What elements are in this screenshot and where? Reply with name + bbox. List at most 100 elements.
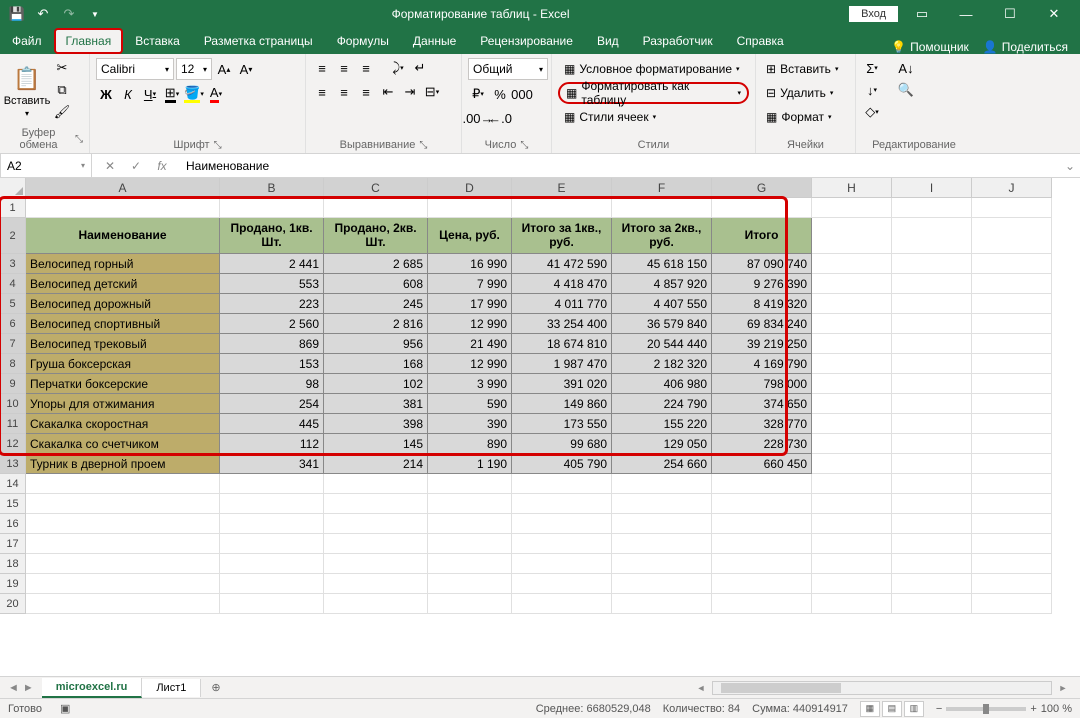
cell-H11[interactable] [812, 414, 892, 434]
cell-I6[interactable] [892, 314, 972, 334]
align-bottom-icon[interactable]: ≡ [356, 58, 376, 78]
cell-H8[interactable] [812, 354, 892, 374]
cell-I8[interactable] [892, 354, 972, 374]
qat-customize-icon[interactable]: ▼ [84, 3, 106, 25]
cell-B8[interactable]: 153 [220, 354, 324, 374]
cell-C1[interactable] [324, 198, 428, 218]
cell-D6[interactable]: 12 990 [428, 314, 512, 334]
cell-E7[interactable]: 18 674 810 [512, 334, 612, 354]
cell-I10[interactable] [892, 394, 972, 414]
tab-review[interactable]: Рецензирование [468, 28, 585, 54]
cell-H7[interactable] [812, 334, 892, 354]
cell-E6[interactable]: 33 254 400 [512, 314, 612, 334]
cell-D13[interactable]: 1 190 [428, 454, 512, 474]
undo-icon[interactable]: ↶ [32, 3, 54, 25]
sort-filter-icon[interactable]: A↓ [892, 58, 920, 78]
align-top-icon[interactable]: ≡ [312, 58, 332, 78]
find-select-icon[interactable]: 🔍 [892, 80, 920, 100]
maximize-icon[interactable]: ☐ [990, 0, 1030, 28]
cell-H15[interactable] [812, 494, 892, 514]
tell-me-button[interactable]: 💡Помощник [891, 40, 969, 54]
cell-D8[interactable]: 12 990 [428, 354, 512, 374]
cell-D17[interactable] [428, 534, 512, 554]
share-button[interactable]: 👤Поделиться [983, 40, 1068, 54]
tab-page-layout[interactable]: Разметка страницы [192, 28, 325, 54]
bold-button[interactable]: Ж [96, 84, 116, 104]
cell-G4[interactable]: 9 276 390 [712, 274, 812, 294]
cell-A16[interactable] [26, 514, 220, 534]
row-header-10[interactable]: 10 [0, 394, 26, 414]
tab-help[interactable]: Справка [725, 28, 796, 54]
cell-A5[interactable]: Велосипед дорожный [26, 294, 220, 314]
cell-J1[interactable] [972, 198, 1052, 218]
tab-insert[interactable]: Вставка [123, 28, 192, 54]
cell-G8[interactable]: 4 169 790 [712, 354, 812, 374]
cell-H17[interactable] [812, 534, 892, 554]
cell-styles-button[interactable]: ▦Стили ячеек▾ [558, 106, 749, 128]
cell-H6[interactable] [812, 314, 892, 334]
cell-C14[interactable] [324, 474, 428, 494]
cell-J20[interactable] [972, 594, 1052, 614]
row-header-20[interactable]: 20 [0, 594, 26, 614]
cell-A14[interactable] [26, 474, 220, 494]
cell-J7[interactable] [972, 334, 1052, 354]
cell-J8[interactable] [972, 354, 1052, 374]
cell-F19[interactable] [612, 574, 712, 594]
cell-J5[interactable] [972, 294, 1052, 314]
cell-A2[interactable]: Наименование [26, 218, 220, 254]
cell-C5[interactable]: 245 [324, 294, 428, 314]
close-icon[interactable]: ✕ [1034, 0, 1074, 28]
cell-D4[interactable]: 7 990 [428, 274, 512, 294]
cell-C2[interactable]: Продано, 2кв. Шт. [324, 218, 428, 254]
cell-J18[interactable] [972, 554, 1052, 574]
font-launcher-icon[interactable]: ⤡ [214, 140, 222, 151]
cell-E17[interactable] [512, 534, 612, 554]
cell-D5[interactable]: 17 990 [428, 294, 512, 314]
cell-B7[interactable]: 869 [220, 334, 324, 354]
cell-E9[interactable]: 391 020 [512, 374, 612, 394]
cell-I9[interactable] [892, 374, 972, 394]
increase-indent-icon[interactable]: ⇥ [400, 82, 420, 102]
row-header-19[interactable]: 19 [0, 574, 26, 594]
col-header-B[interactable]: B [220, 178, 324, 198]
cell-F3[interactable]: 45 618 150 [612, 254, 712, 274]
row-header-9[interactable]: 9 [0, 374, 26, 394]
cell-G14[interactable] [712, 474, 812, 494]
cell-B14[interactable] [220, 474, 324, 494]
hscroll-right-icon[interactable]: ► [1056, 683, 1070, 693]
fx-icon[interactable]: fx [152, 159, 172, 173]
col-header-D[interactable]: D [428, 178, 512, 198]
zoom-in-icon[interactable]: + [1030, 703, 1036, 715]
name-box[interactable]: A2▾ [0, 154, 92, 177]
tab-home[interactable]: Главная [54, 28, 124, 54]
cell-I14[interactable] [892, 474, 972, 494]
cell-H1[interactable] [812, 198, 892, 218]
cell-G19[interactable] [712, 574, 812, 594]
cell-D3[interactable]: 16 990 [428, 254, 512, 274]
cell-G7[interactable]: 39 219 250 [712, 334, 812, 354]
cell-B17[interactable] [220, 534, 324, 554]
cell-B20[interactable] [220, 594, 324, 614]
cell-F15[interactable] [612, 494, 712, 514]
cell-C19[interactable] [324, 574, 428, 594]
cell-A20[interactable] [26, 594, 220, 614]
format-cells-button[interactable]: ▦Формат▾ [762, 106, 849, 128]
cell-J10[interactable] [972, 394, 1052, 414]
cell-D9[interactable]: 3 990 [428, 374, 512, 394]
cell-G11[interactable]: 328 770 [712, 414, 812, 434]
select-all-corner[interactable] [0, 178, 26, 198]
cells-area[interactable]: НаименованиеПродано, 1кв. Шт.Продано, 2к… [26, 198, 1080, 676]
cell-G6[interactable]: 69 834 240 [712, 314, 812, 334]
copy-icon[interactable]: ⧉ [52, 80, 72, 100]
cell-G13[interactable]: 660 450 [712, 454, 812, 474]
cell-H18[interactable] [812, 554, 892, 574]
cell-G18[interactable] [712, 554, 812, 574]
percent-icon[interactable]: % [490, 84, 510, 104]
row-header-16[interactable]: 16 [0, 514, 26, 534]
format-as-table-button[interactable]: ▦Форматировать как таблицу▾ [558, 82, 749, 104]
zoom-slider[interactable] [946, 707, 1026, 711]
row-header-15[interactable]: 15 [0, 494, 26, 514]
cell-J6[interactable] [972, 314, 1052, 334]
cell-I18[interactable] [892, 554, 972, 574]
sheet-tab-active[interactable]: microexcel.ru [42, 678, 143, 698]
